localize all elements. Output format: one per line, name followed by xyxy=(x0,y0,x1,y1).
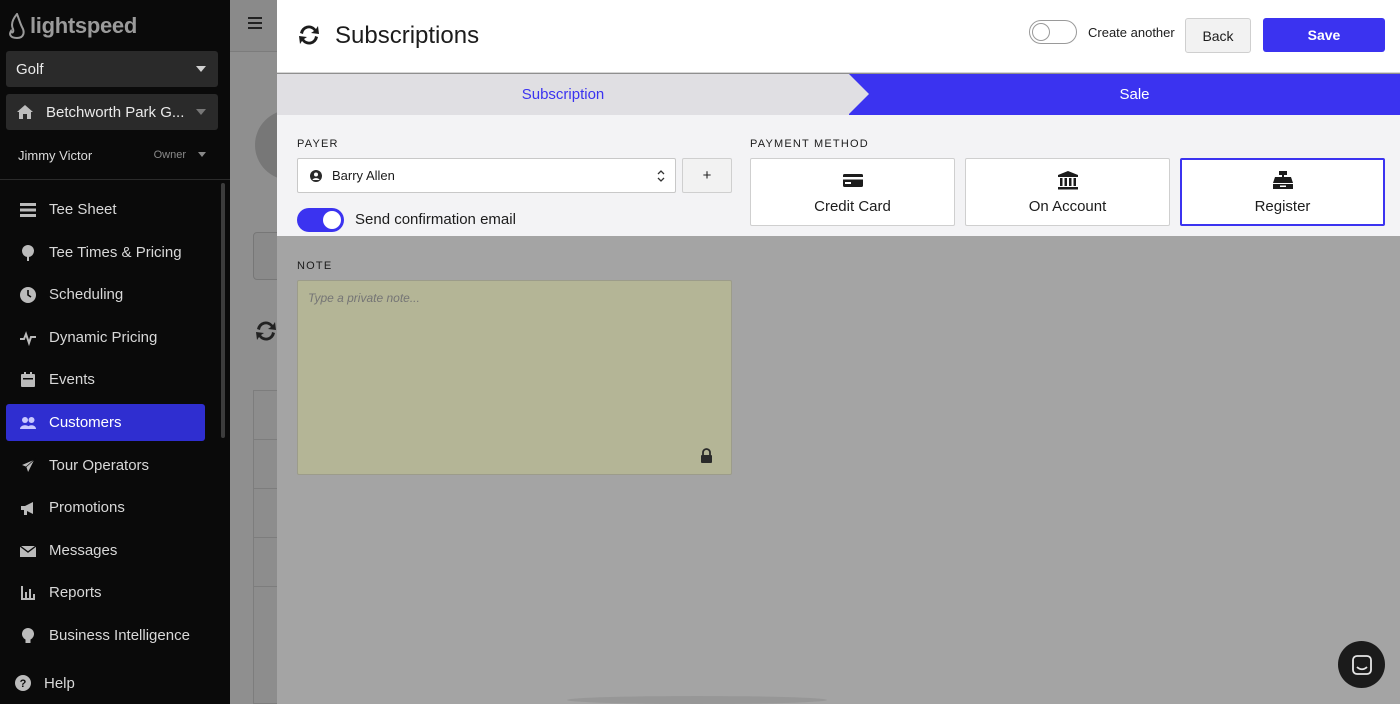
chevron-down-icon xyxy=(196,66,206,72)
chevron-down-icon xyxy=(196,109,206,115)
step-subscription[interactable]: Subscription xyxy=(277,74,849,115)
sidebar-item-messages[interactable]: Messages xyxy=(6,532,205,569)
plus-icon: + xyxy=(702,167,712,184)
payment-option-on-account[interactable]: On Account xyxy=(965,158,1170,226)
refresh-icon xyxy=(256,321,276,341)
sidebar-item-label: Events xyxy=(49,371,95,388)
note-textarea[interactable] xyxy=(297,280,732,475)
users-icon xyxy=(20,416,36,429)
note-section: NOTE xyxy=(277,236,1400,704)
sidebar-item-label: Promotions xyxy=(49,499,125,516)
sidebar-item-label: Tee Sheet xyxy=(49,201,117,218)
sidebar-item-label: Scheduling xyxy=(49,286,124,303)
home-icon xyxy=(17,105,33,119)
sidebar-item-events[interactable]: Events xyxy=(6,361,205,398)
megaphone-icon xyxy=(21,501,33,515)
sidebar-item-business-intelligence[interactable]: Business Intelligence xyxy=(6,617,205,654)
sidebar-item-label: Messages xyxy=(49,542,118,559)
logo-text: lightspeed xyxy=(30,13,138,38)
pulse-icon xyxy=(20,330,36,346)
sidebar-item-tour-operators[interactable]: Tour Operators xyxy=(6,447,205,484)
tee-sheet-icon xyxy=(20,202,36,217)
step-arrow xyxy=(849,74,869,114)
step-label: Sale xyxy=(1119,86,1150,103)
course-select-value: Betchworth Park G... xyxy=(46,103,185,121)
chevron-down-icon xyxy=(198,152,206,157)
payment-option-label: Register xyxy=(1254,197,1311,215)
payer-select[interactable]: Barry Allen xyxy=(297,158,676,193)
lightbulb-icon xyxy=(22,627,34,643)
payment-option-credit-card[interactable]: Credit Card xyxy=(750,158,955,226)
toggle-knob xyxy=(323,211,341,229)
user-menu[interactable]: Jimmy Victor Owner xyxy=(18,146,208,164)
help-link[interactable]: ? Help xyxy=(14,674,75,692)
chevron-up-down-icon xyxy=(657,170,665,182)
sidebar-item-scheduling[interactable]: Scheduling xyxy=(6,276,205,313)
sidebar-item-label: Tee Times & Pricing xyxy=(49,244,182,261)
payer-value: Barry Allen xyxy=(332,168,395,183)
sidebar-item-label: Tour Operators xyxy=(49,457,150,474)
payment-method-label: PAYMENT METHOD xyxy=(750,138,869,150)
credit-card-icon xyxy=(842,173,863,187)
payment-option-register[interactable]: Register xyxy=(1180,158,1385,226)
bank-icon xyxy=(1057,170,1078,189)
golf-ball-icon xyxy=(22,244,34,261)
refresh-icon xyxy=(299,25,319,45)
sidebar-divider xyxy=(0,179,230,180)
sidebar-item-label: Business Intelligence xyxy=(49,627,190,644)
page-title: Subscriptions xyxy=(335,22,480,49)
clock-icon xyxy=(20,286,36,303)
lightspeed-logo[interactable]: lightspeed xyxy=(8,12,137,40)
back-button[interactable]: Back xyxy=(1185,18,1251,53)
plane-icon xyxy=(19,457,36,474)
confirmation-email-label: Send confirmation email xyxy=(355,211,516,228)
svg-text:?: ? xyxy=(20,678,27,690)
sidebar-item-tee-sheet[interactable]: Tee Sheet xyxy=(6,191,205,228)
toggle-knob xyxy=(1032,23,1050,41)
flame-icon xyxy=(9,13,25,39)
payer-label: PAYER xyxy=(297,138,339,150)
menu-icon[interactable] xyxy=(248,17,262,29)
sidebar-item-promotions[interactable]: Promotions xyxy=(6,489,205,526)
sidebar-item-label: Reports xyxy=(49,584,102,601)
business-select[interactable]: Golf xyxy=(6,51,218,87)
user-circle-icon xyxy=(310,169,322,182)
modal-header: Subscriptions Create another Back Save xyxy=(277,0,1400,73)
add-payer-button[interactable]: + xyxy=(682,158,732,193)
envelope-icon xyxy=(19,544,37,557)
chat-icon xyxy=(1351,654,1372,675)
sidebar-item-reports[interactable]: Reports xyxy=(6,574,205,611)
step-sale[interactable]: Sale xyxy=(849,74,1400,115)
cash-register-icon xyxy=(1272,170,1293,189)
calendar-icon xyxy=(21,371,35,387)
question-circle-icon: ? xyxy=(15,675,31,691)
course-select[interactable]: Betchworth Park G... xyxy=(6,94,218,130)
chart-icon xyxy=(21,585,35,600)
user-role: Owner xyxy=(153,149,186,161)
sidebar-item-label: Dynamic Pricing xyxy=(49,329,158,346)
payment-option-label: Credit Card xyxy=(814,197,891,215)
user-name: Jimmy Victor xyxy=(18,147,93,163)
save-button[interactable]: Save xyxy=(1263,18,1385,52)
step-label: Subscription xyxy=(521,86,605,103)
business-select-value: Golf xyxy=(16,60,44,78)
sidebar-item-customers[interactable]: Customers xyxy=(6,404,205,441)
payment-option-label: On Account xyxy=(1028,197,1107,215)
sidebar-scrollbar[interactable] xyxy=(221,183,225,438)
stepper: Subscription Sale xyxy=(277,74,1400,115)
sidebar-item-tee-times-pricing[interactable]: Tee Times & Pricing xyxy=(6,234,205,271)
create-another-toggle[interactable] xyxy=(1029,20,1077,44)
scroll-shadow xyxy=(567,696,827,704)
confirmation-email-toggle[interactable] xyxy=(297,208,344,232)
note-label: NOTE xyxy=(297,260,333,272)
sale-form: PAYER Barry Allen + Send confirmation em… xyxy=(277,115,1400,236)
sidebar: lightspeed Golf Betchworth Park G... Jim… xyxy=(0,0,230,704)
create-another-label: Create another xyxy=(1088,25,1175,40)
chat-launcher-button[interactable] xyxy=(1338,641,1385,688)
help-label: Help xyxy=(44,674,75,692)
sidebar-item-dynamic-pricing[interactable]: Dynamic Pricing xyxy=(6,319,205,356)
subscription-modal: Subscriptions Create another Back Save S… xyxy=(277,0,1400,704)
sidebar-item-label: Customers xyxy=(49,414,122,431)
lock-icon xyxy=(701,448,712,463)
